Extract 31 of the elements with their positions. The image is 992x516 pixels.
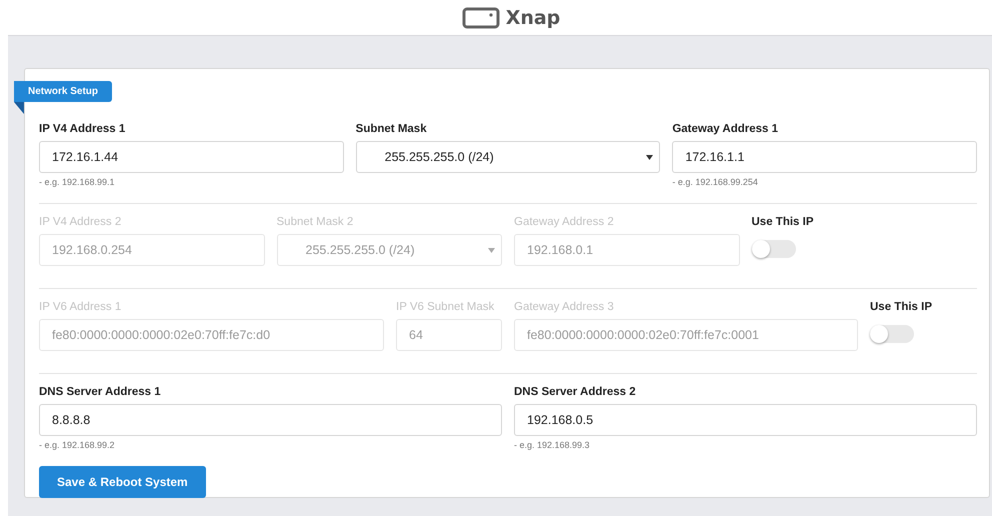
field-label: Gateway Address 1	[672, 123, 780, 135]
field-label: Subnet Mask	[356, 123, 428, 135]
field-label: IP V6 Subnet Mask	[396, 301, 496, 313]
field-hint: - e.g. 192.168.99.1	[39, 177, 116, 187]
field-hint: - e.g. 192.168.99.254	[672, 177, 759, 187]
toggle-switch[interactable]	[870, 325, 914, 343]
field-label: IP V6 Address 1	[39, 301, 122, 313]
dropdown-field[interactable]: 255.255.255.0 (/24)	[356, 141, 660, 173]
ribbon-fold-icon	[14, 102, 24, 114]
input-field[interactable]: 172.16.1.44	[39, 141, 344, 173]
field-label: Gateway Address 2	[514, 216, 615, 228]
field-label: DNS Server Address 2	[514, 386, 637, 398]
input-field[interactable]: 172.16.1.1	[672, 141, 977, 173]
field-label: Use This IP	[752, 216, 814, 228]
field-label: IP V4 Address 2	[39, 216, 122, 228]
input-field[interactable]: 8.8.8.8	[39, 404, 502, 436]
field-label: Subnet Mask 2	[276, 216, 354, 228]
input-field[interactable]: 192.168.0.5	[514, 404, 977, 436]
field-label: DNS Server Address 1	[39, 386, 162, 398]
field-label: Use This IP	[870, 301, 933, 313]
toggle-switch[interactable]	[752, 240, 796, 258]
field-label: Gateway Address 3	[514, 301, 615, 313]
caret-icon	[488, 248, 495, 252]
field-hint: - e.g. 192.168.99.2	[39, 440, 116, 450]
brand-name: Xnap	[506, 6, 560, 28]
panel-title-ribbon: Network Setup	[14, 81, 112, 102]
field-hint: - e.g. 192.168.99.3	[514, 440, 591, 450]
caret-icon	[646, 154, 654, 160]
field-label: IP V4 Address 1	[39, 123, 126, 135]
tablet-icon	[462, 6, 500, 28]
save-button[interactable]: Save & Reboot System	[39, 466, 206, 498]
